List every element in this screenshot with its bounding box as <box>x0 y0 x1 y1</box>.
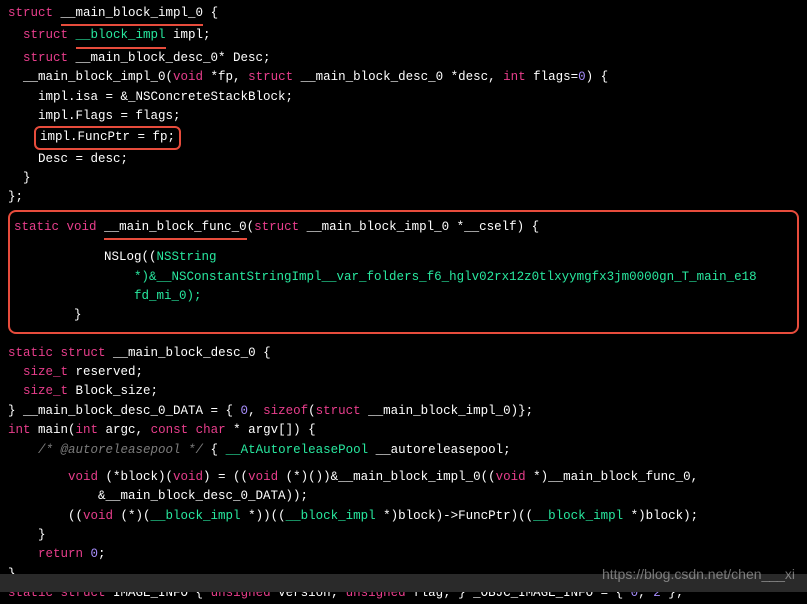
highlight-funcptr-box: impl.FuncPtr = fp; <box>34 126 181 149</box>
code-line: void (*block)(void) = ((void (*)())&__ma… <box>8 468 799 487</box>
code-line: struct __block_impl impl; <box>8 26 799 48</box>
code-line: } <box>8 526 799 545</box>
code-line: impl.FuncPtr = fp; <box>8 126 799 149</box>
code-line: } <box>14 306 793 325</box>
code-line: } __main_block_desc_0_DATA = { 0, sizeof… <box>8 402 799 421</box>
code-line: }; <box>8 188 799 207</box>
underline-block-impl: __block_impl <box>76 26 166 48</box>
code-line: fd_mi_0); <box>14 287 793 306</box>
watermark: https://blog.csdn.net/chen___xi <box>602 564 795 586</box>
blank-line <box>8 336 799 344</box>
code-line: size_t reserved; <box>8 363 799 382</box>
code-line: impl.Flags = flags; <box>8 107 799 126</box>
code-line: *)&__NSConstantStringImpl__var_folders_f… <box>14 268 793 287</box>
code-line: struct __main_block_desc_0* Desc; <box>8 49 799 68</box>
code-line: Desc = desc; <box>8 150 799 169</box>
code-line: } <box>8 169 799 188</box>
code-line: impl.isa = &_NSConcreteStackBlock; <box>8 88 799 107</box>
code-line: size_t Block_size; <box>8 382 799 401</box>
code-line: int main(int argc, const char * argv[]) … <box>8 421 799 440</box>
code-line: static void __main_block_func_0(struct _… <box>14 218 793 240</box>
underline-struct-name: __main_block_impl_0 <box>61 4 204 26</box>
code-line: return 0; <box>8 545 799 564</box>
code-line: /* @autoreleasepool */ { __AtAutorelease… <box>8 441 799 460</box>
code-line: NSLog((NSString <box>14 248 793 267</box>
highlight-func-box: static void __main_block_func_0(struct _… <box>8 210 799 334</box>
code-line: __main_block_impl_0(void *fp, struct __m… <box>8 68 799 87</box>
code-line: ((void (*)(__block_impl *))((__block_imp… <box>8 507 799 526</box>
code-block: struct __main_block_impl_0 { struct __bl… <box>8 4 799 604</box>
blank-line <box>8 460 799 468</box>
blank-line <box>14 240 793 248</box>
code-line: &__main_block_desc_0_DATA)); <box>8 487 799 506</box>
code-line: static struct __main_block_desc_0 { <box>8 344 799 363</box>
code-line: struct __main_block_impl_0 { <box>8 4 799 26</box>
underline-func-name: __main_block_func_0 <box>104 218 247 240</box>
